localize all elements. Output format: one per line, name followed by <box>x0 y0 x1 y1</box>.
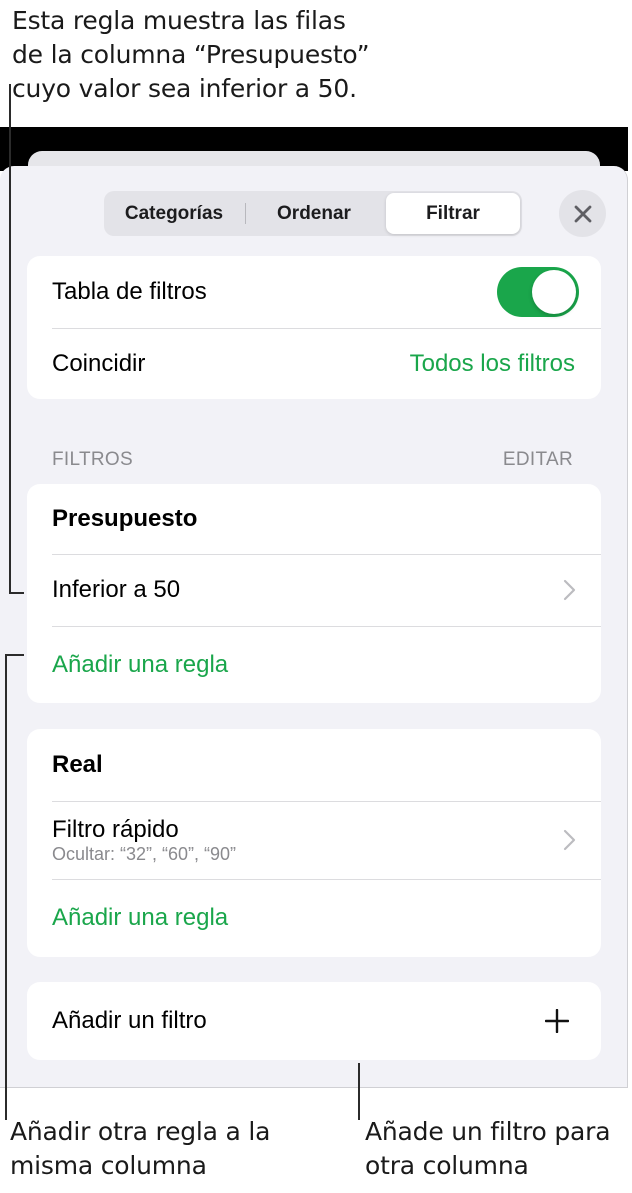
filter-rule-label: Filtro rápido <box>52 815 179 843</box>
match-value[interactable]: Todos los filtros <box>410 350 575 378</box>
callout-line: Añadir otra regla a la <box>10 1117 271 1146</box>
add-rule-button[interactable]: Añadir una regla <box>52 879 601 957</box>
chevron-right-icon <box>563 579 576 601</box>
callout-leader-line <box>5 654 24 656</box>
filter-column-title: Real <box>52 751 103 778</box>
tab-categorias[interactable]: Categorías <box>104 191 244 236</box>
filter-table-label: Tabla de filtros <box>52 278 207 305</box>
tab-filtrar[interactable]: Filtrar <box>386 193 520 234</box>
callout-add-filter: Añade un filtro para otra columna <box>365 1115 611 1183</box>
filter-column-title: Presupuesto <box>52 505 198 532</box>
filter-table-toggle[interactable] <box>497 267 579 317</box>
chevron-right-icon <box>563 829 576 851</box>
filter-rule-label: Inferior a 50 <box>52 576 181 603</box>
toggle-knob <box>532 270 576 314</box>
callout-rule-explanation: Esta regla muestra las filas de la colum… <box>12 4 370 106</box>
callout-leader-line <box>5 654 7 1120</box>
callout-leader-line <box>9 592 24 594</box>
close-button[interactable] <box>559 190 606 237</box>
segmented-control: Categorías Ordenar Filtrar <box>104 191 522 236</box>
plus-icon <box>545 1009 569 1033</box>
add-filter-label: Añadir un filtro <box>52 1007 207 1034</box>
add-filter-card[interactable]: Añadir un filtro <box>27 982 601 1060</box>
callout-add-rule: Añadir otra regla a la misma columna <box>10 1115 270 1183</box>
filter-rule-detail: Ocultar: “32”, “60”, “90” <box>52 843 237 864</box>
edit-filters-button[interactable]: EDITAR <box>503 449 573 471</box>
match-label: Coincidir <box>52 349 146 377</box>
callout-line: cuyo valor sea inferior a 50. <box>12 74 357 103</box>
callout-line: misma columna <box>10 1151 207 1180</box>
settings-card: Tabla de filtros Coincidir Todos los fil… <box>27 256 601 399</box>
callout-line: Esta regla muestra las filas <box>12 6 346 35</box>
match-row[interactable]: Coincidir Todos los filtros <box>52 328 575 399</box>
filter-rule-row[interactable]: Inferior a 50 <box>52 554 601 626</box>
callout-leader-line <box>358 1063 360 1120</box>
quick-filter-row[interactable]: Filtro rápido Ocultar: “32”, “60”, “90” <box>52 801 601 879</box>
filter-sheet: Categorías Ordenar Filtrar Tabla de filt… <box>0 166 628 1088</box>
callout-line: de la columna “Presupuesto” <box>12 40 370 69</box>
close-icon <box>574 205 591 222</box>
callout-line: otra columna <box>365 1151 529 1180</box>
add-rule-button[interactable]: Añadir una regla <box>52 626 601 703</box>
callout-line: Añade un filtro para <box>365 1117 611 1146</box>
filter-group-card: Real Filtro rápido Ocultar: “32”, “60”, … <box>27 729 601 957</box>
tab-ordenar[interactable]: Ordenar <box>246 191 382 236</box>
callout-leader-line <box>9 84 11 594</box>
filters-section-header: FILTROS <box>52 449 133 470</box>
filter-group-card: Presupuesto Inferior a 50 Añadir una reg… <box>27 484 601 703</box>
